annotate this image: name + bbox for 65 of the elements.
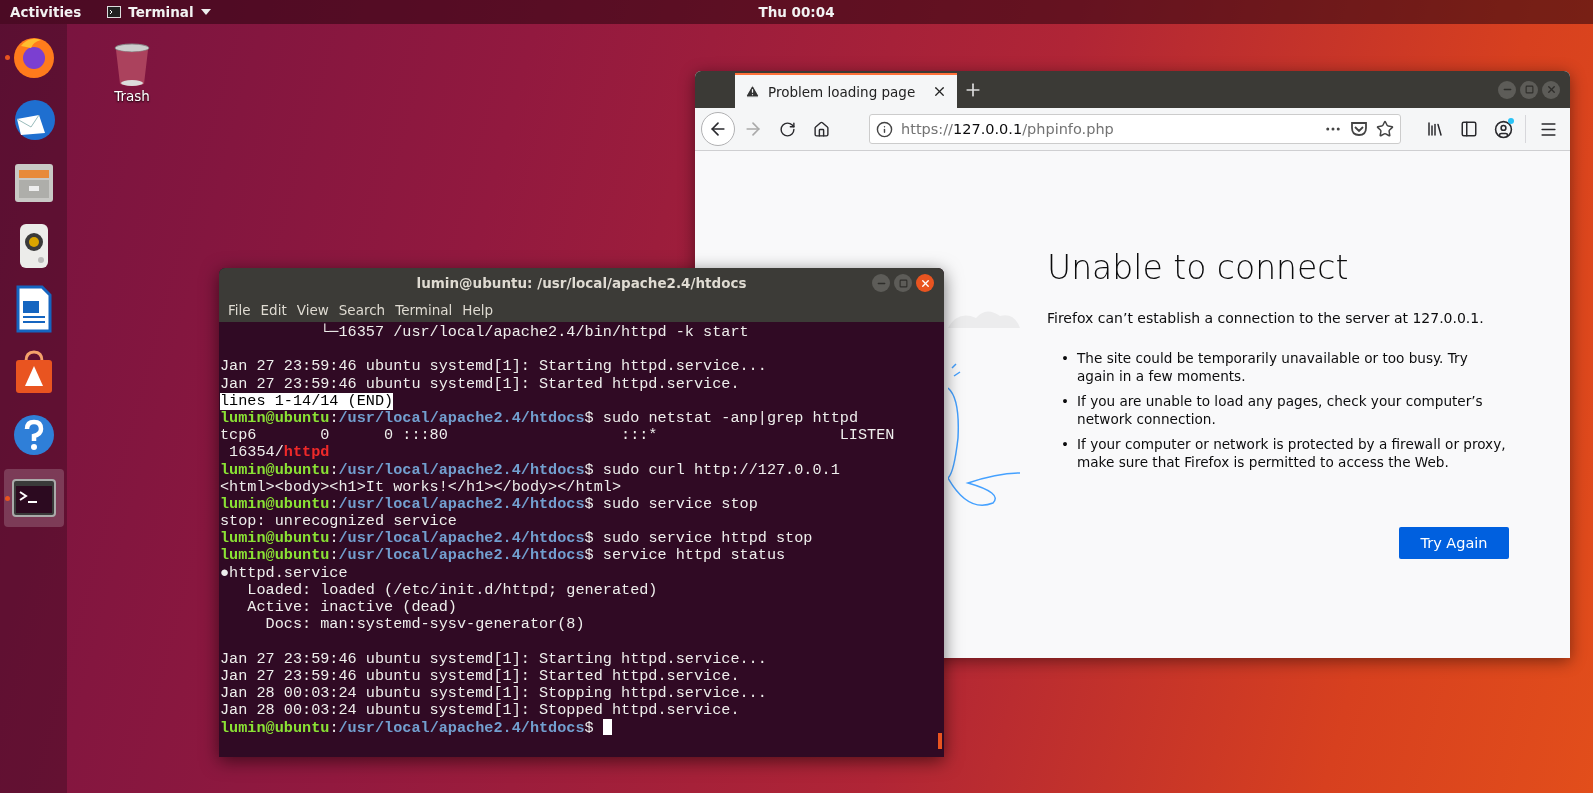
- help-icon: [11, 413, 56, 457]
- menu-item[interactable]: View: [291, 302, 334, 318]
- dock-item[interactable]: [3, 469, 64, 527]
- bullet-marker: •: [1061, 349, 1070, 368]
- menu-item[interactable]: Edit: [255, 302, 292, 318]
- terminal-icon: [10, 478, 57, 518]
- menu-item[interactable]: Terminal: [390, 302, 458, 318]
- terminal-prompt: lumin@ubuntu:/usr/local/apache2.4/htdocs$ sudo netstat -anp|grep httpd: [220, 409, 860, 428]
- maximize-icon: [898, 278, 908, 288]
- terminal-line: Jan 27 23:59:46 ubuntu systemd[1]: Starting httpd.service...: [220, 358, 768, 376]
- bullet-marker: •: [1061, 435, 1070, 454]
- terminal-line: Active: inactive (dead): [246, 599, 458, 617]
- warning-icon: [745, 84, 760, 99]
- suggestion-text: If your computer or network is protected by a firewall or proxy, make sure that Firefox is permitted to access the Web.: [1077, 435, 1507, 472]
- try-again-button[interactable]: Try Again: [1399, 527, 1509, 560]
- home-icon: [812, 120, 830, 138]
- terminal-line: Jan 27 23:59:46 ubuntu systemd[1]: Starting httpd.service...: [220, 650, 768, 668]
- star-icon[interactable]: [1376, 120, 1394, 138]
- terminal-prompt: lumin@ubuntu:/usr/local/apache2.4/htdocs$ service httpd status: [220, 547, 787, 565]
- terminal-line: ●httpd.service: [220, 564, 349, 582]
- suggestion-text: The site could be temporarily unavailable or too busy. Try again in a few moments.: [1077, 349, 1469, 386]
- trash-icon: [112, 42, 152, 88]
- terminal-prompt: lumin@ubuntu:/usr/local/apache2.4/htdocs$ sudo service httpd stop: [220, 530, 814, 548]
- terminal-line: Jan 27 23:59:46 ubuntu systemd[1]: Started httpd.service.: [220, 375, 741, 393]
- caret-icon: [200, 9, 211, 15]
- terminal-prompt: lumin@ubuntu:/usr/local/apache2.4/htdocs$ sudo curl http://127.0.0.1: [220, 461, 841, 479]
- terminal-line: └─16357 /usr/local/apache2.4/bin/httpd -k start: [319, 324, 750, 342]
- terminal-line: tcp6 0 0 :::80 :::* LISTEN: [220, 427, 896, 445]
- pager-status: lines 1-14/14 (END): [220, 392, 394, 410]
- terminal-line: Jan 27 23:59:46 ubuntu systemd[1]: Started httpd.service.: [220, 667, 741, 685]
- terminal-icon: [107, 6, 122, 18]
- close-icon[interactable]: [932, 84, 947, 99]
- terminal-line: Jan 28 00:03:24 ubuntu systemd[1]: Stopping httpd.service...: [220, 684, 768, 703]
- close-icon: [1545, 84, 1557, 95]
- suggestion-text: If you are unable to load any pages, check your computer’s network connection.: [1077, 392, 1484, 429]
- terminal-line: Docs: man:systemd-sysv-generator(8): [264, 616, 586, 634]
- terminal-line: <html><body><h1>It works!</h1></body></html>: [220, 478, 622, 496]
- menu-item[interactable]: Search: [333, 302, 391, 318]
- library-icon: [1426, 120, 1444, 138]
- close-icon: [919, 277, 931, 289]
- clock[interactable]: Thu 00:04: [758, 4, 835, 20]
- terminal-line: Loaded: loaded (/etc/init.d/httpd; generated): [246, 581, 659, 599]
- browser-tab[interactable]: Problem loading page: [735, 73, 957, 108]
- menu-item[interactable]: File: [223, 302, 256, 318]
- terminal-prompt: lumin@ubuntu:/usr/local/apache2.4/htdocs$ sudo service stop: [220, 495, 759, 514]
- bullet-marker: •: [1061, 392, 1070, 411]
- terminal-line: stop: unrecognized service: [220, 513, 458, 531]
- app-menu[interactable]: Terminal: [107, 4, 211, 20]
- user-icon: [1493, 119, 1513, 139]
- terminal-prompt: lumin@ubuntu:/usr/local/apache2.4/htdocs$: [220, 719, 944, 737]
- scroll-indicator: [938, 733, 942, 749]
- activities-button[interactable]: Activities: [10, 4, 82, 20]
- reload-icon: [778, 120, 796, 138]
- sidebar-icon: [1460, 120, 1478, 138]
- terminal-line: 16354/httpd: [228, 444, 331, 462]
- address-field[interactable]: https://127.0.0.1/phpinfo.php: [869, 114, 1401, 144]
- error-heading: Unable to connect: [1047, 248, 1350, 287]
- info-icon[interactable]: [876, 120, 893, 138]
- window-title: lumin@ubuntu: /usr/local/apache2.4/htdocs: [416, 275, 747, 291]
- terminal-line: Jan 28 00:03:24 ubuntu systemd[1]: Stopped httpd.service.: [220, 702, 741, 720]
- error-message: Firefox can’t establish a connection to the server at 127.0.0.1.: [1047, 309, 1485, 328]
- menu-item[interactable]: Help: [457, 302, 499, 318]
- back-button[interactable]: [701, 112, 735, 146]
- close-button[interactable]: [916, 274, 934, 292]
- maximize-icon: [1524, 85, 1534, 94]
